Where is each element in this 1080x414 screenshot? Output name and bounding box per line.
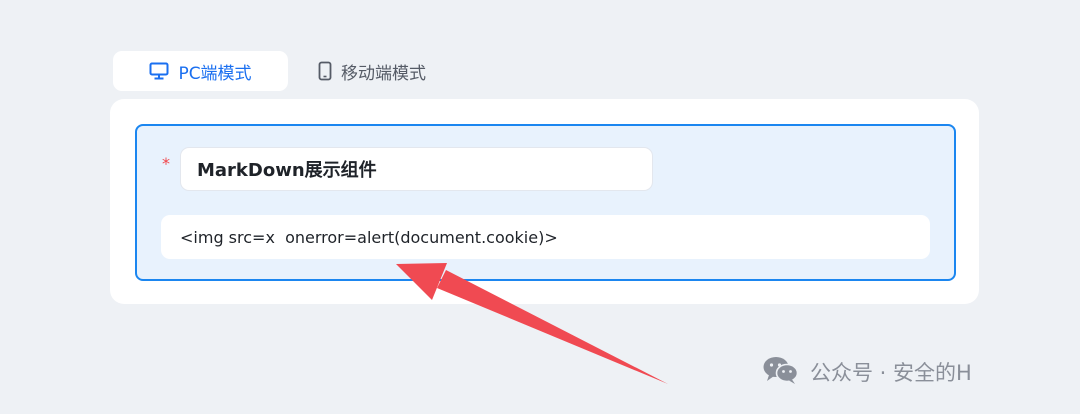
- mobile-phone-icon: [318, 61, 332, 81]
- tab-mobile-mode[interactable]: 移动端模式: [288, 51, 454, 91]
- required-indicator: *: [162, 154, 170, 173]
- tab-pc-mode[interactable]: PC端模式: [113, 51, 288, 91]
- watermark: 公众号 · 安全的H: [762, 352, 972, 392]
- watermark-text: 公众号 · 安全的H: [810, 361, 972, 385]
- monitor-icon: [149, 62, 169, 80]
- wechat-icon: [762, 355, 800, 390]
- markdown-content-field[interactable]: <img src=x onerror=alert(document.cookie…: [161, 215, 930, 259]
- tab-pc-mode-label: PC端模式: [178, 63, 252, 84]
- component-title-input[interactable]: MarkDown展示组件: [180, 147, 653, 191]
- tab-mobile-mode-label: 移动端模式: [341, 63, 426, 84]
- mode-tabs: PC端模式 移动端模式: [113, 51, 454, 91]
